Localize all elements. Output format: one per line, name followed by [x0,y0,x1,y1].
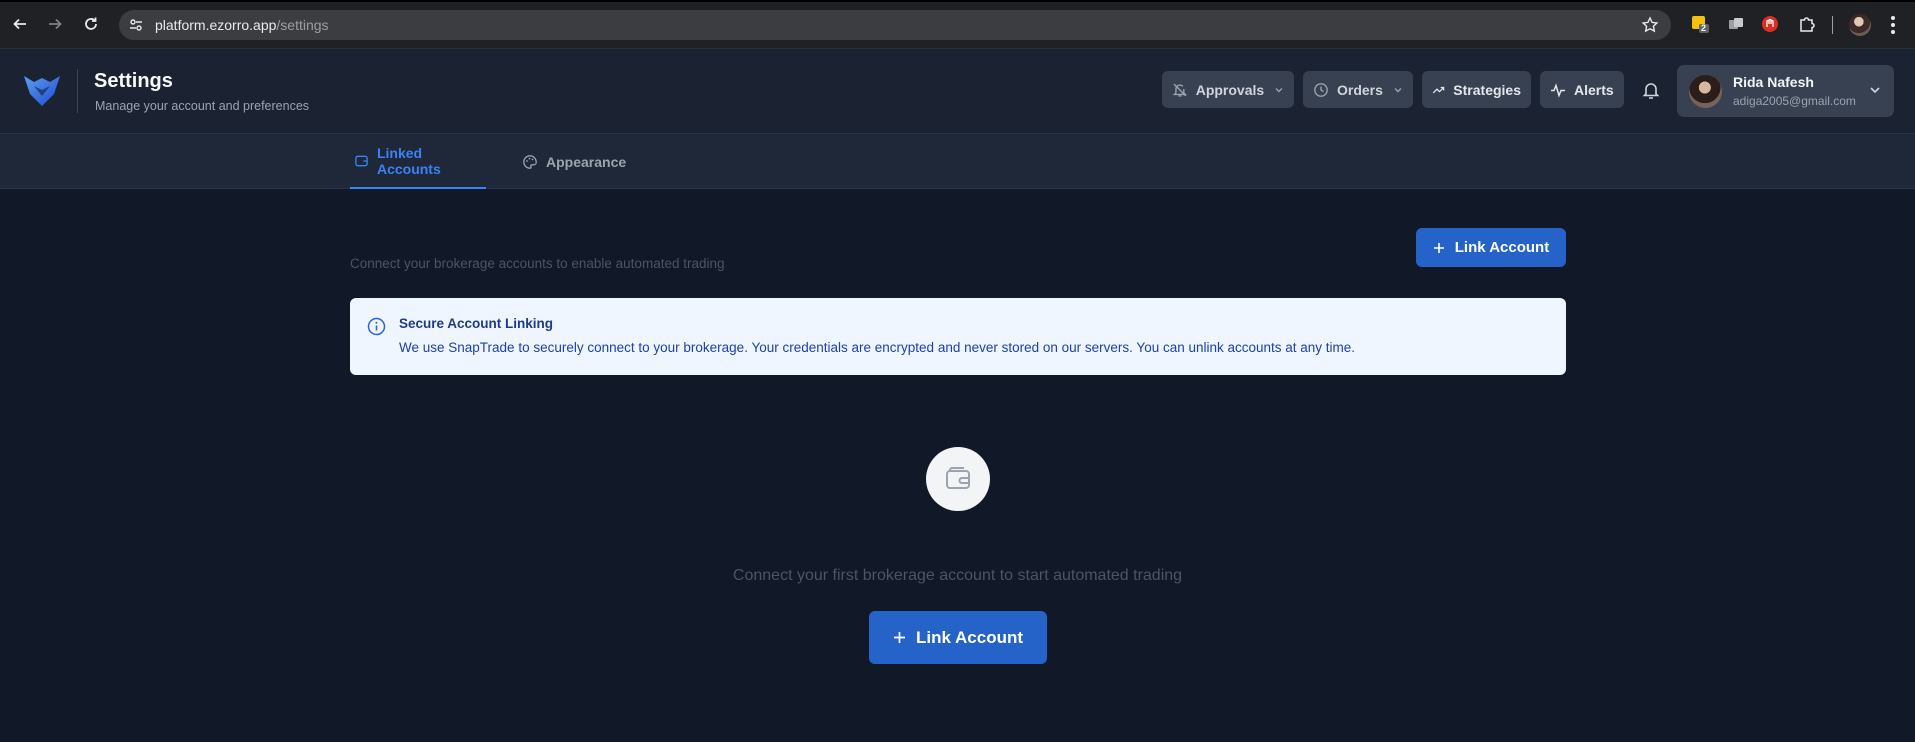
url-text: platform.ezorro.app/settings [155,17,329,33]
secure-linking-info-box: Secure Account Linking We use SnapTrade … [350,298,1566,375]
sticky-notes-extension-icon[interactable]: 2 [1690,14,1710,34]
url-host: platform.ezorro.app [155,17,277,33]
tab-manager-extension-icon[interactable] [1726,14,1746,34]
url-path: /settings [276,17,329,33]
info-icon [367,317,386,336]
avatar [1689,75,1722,108]
bookmark-star-icon[interactable] [1641,16,1659,39]
toolbar-separator [1832,16,1833,34]
back-button[interactable] [9,13,31,35]
settings-tabs: Linked Accounts Appearance [0,134,1915,189]
orders-dropdown-button[interactable]: Orders [1303,71,1413,108]
trending-up-icon [1432,86,1445,93]
reload-button[interactable] [80,13,102,35]
section-description: Connect your brokerage accounts to enabl… [350,256,725,271]
info-title: Secure Account Linking [399,316,554,331]
page-title: Settings [94,70,173,92]
chevron-down-icon [1870,87,1880,94]
header-divider [77,69,78,113]
alerts-button[interactable]: Alerts [1540,71,1624,108]
wallet-icon [355,155,368,166]
reload-icon [85,17,97,30]
adblock-extension-icon[interactable] [1760,14,1780,34]
extensions-puzzle-icon[interactable] [1797,14,1817,34]
tab-appearance[interactable]: Appearance [518,134,630,189]
wallet-icon [946,467,970,489]
empty-state-link-account-button[interactable]: Link Account [869,611,1047,664]
site-info-icon[interactable] [127,16,145,34]
approvals-label: Approvals [1195,81,1265,98]
tab-appearance-label: Appearance [546,153,627,170]
empty-state-link-account-label: Link Account [915,627,1024,647]
orders-label: Orders [1337,81,1383,98]
approvals-dropdown-button[interactable]: Approvals [1162,71,1294,108]
forward-button[interactable] [44,13,66,35]
clock-icon [1314,82,1328,97]
link-account-label: Link Account [1454,239,1550,256]
tab-linked-accounts-label: Linked Accounts [376,144,441,177]
plus-icon [893,632,905,643]
arrow-right-icon [49,18,62,30]
browser-toolbar: platform.ezorro.app/settings 2 [0,0,1915,49]
page-subtitle: Manage your account and preferences [95,99,310,113]
plus-icon [1433,242,1444,253]
alerts-label: Alerts [1574,81,1614,98]
tab-strip-edge [0,0,1915,2]
user-name: Rida Nafesh [1733,74,1814,90]
extension-badge: 2 [1701,23,1707,33]
activity-icon [1551,82,1565,98]
link-account-button[interactable]: Link Account [1416,228,1566,267]
browser-profile-avatar[interactable] [1849,14,1871,36]
empty-state-text: Connect your first brokerage account to … [732,567,1183,584]
browser-menu-icon[interactable] [1883,14,1903,36]
user-menu[interactable]: Rida Nafesh adiga2005@gmail.com [1677,65,1894,117]
address-bar[interactable]: platform.ezorro.app/settings [119,10,1671,40]
palette-icon [523,154,537,169]
strategies-button[interactable]: Strategies [1422,71,1531,108]
ezorro-logo[interactable] [20,68,64,112]
strategies-label: Strategies [1453,81,1521,98]
app-header: Settings Manage your account and prefere… [0,49,1915,134]
bell-off-icon [1172,83,1187,97]
tab-linked-accounts[interactable]: Linked Accounts [350,134,486,189]
empty-state-icon-circle [926,447,990,511]
chevron-down-icon [1394,87,1402,92]
info-text: We use SnapTrade to securely connect to … [399,340,1356,355]
notifications-bell-icon[interactable] [1640,79,1662,101]
chevron-down-icon [1275,87,1283,92]
user-email: adiga2005@gmail.com [1733,94,1856,108]
arrow-left-icon [13,18,26,30]
